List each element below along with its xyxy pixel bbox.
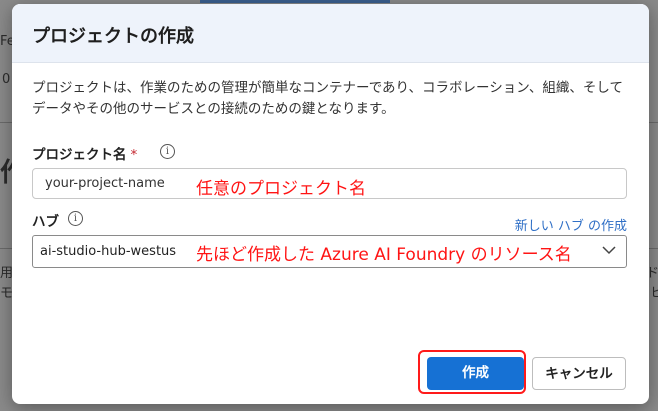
hub-label: ハブ — [32, 214, 59, 230]
info-icon[interactable]: i — [160, 144, 175, 159]
hub-selected-value: ai-studio-hub-westus — [40, 244, 177, 259]
new-hub-link[interactable]: 新しい ハブ の作成 — [515, 215, 627, 234]
create-button-highlight — [418, 350, 526, 394]
background-link-underline — [200, 0, 390, 3]
background-divider — [0, 122, 12, 123]
create-project-dialog: プロジェクトの作成 プロジェクトは、作業のための管理が簡単なコンテナーであり、コ… — [12, 4, 649, 404]
dialog-description: プロジェクトは、作業のための管理が簡単なコンテナーであり、コラボレーション、組織… — [32, 80, 624, 117]
background-text: 0 — [2, 72, 11, 87]
background-divider — [649, 122, 658, 123]
info-icon[interactable]: i — [68, 211, 83, 226]
background-text: ヒ — [650, 286, 658, 301]
background-divider — [0, 248, 12, 249]
project-name-value: your-project-name — [45, 176, 165, 191]
hub-annotation: 先ほど作成した Azure AI Foundry のリソース名 — [196, 245, 572, 265]
chevron-down-icon — [602, 246, 616, 255]
background-divider — [649, 248, 658, 249]
dialog-header: プロジェクトの作成 — [12, 4, 649, 63]
cancel-button[interactable]: キャンセル — [532, 357, 626, 390]
project-name-label: プロジェクト名 * — [32, 143, 137, 163]
required-mark: * — [130, 147, 138, 163]
project-name-annotation: 任意のプロジェクト名 — [196, 179, 366, 199]
project-name-label-text: プロジェクト名 — [32, 147, 127, 163]
dialog-title: プロジェクトの作成 — [32, 26, 194, 47]
